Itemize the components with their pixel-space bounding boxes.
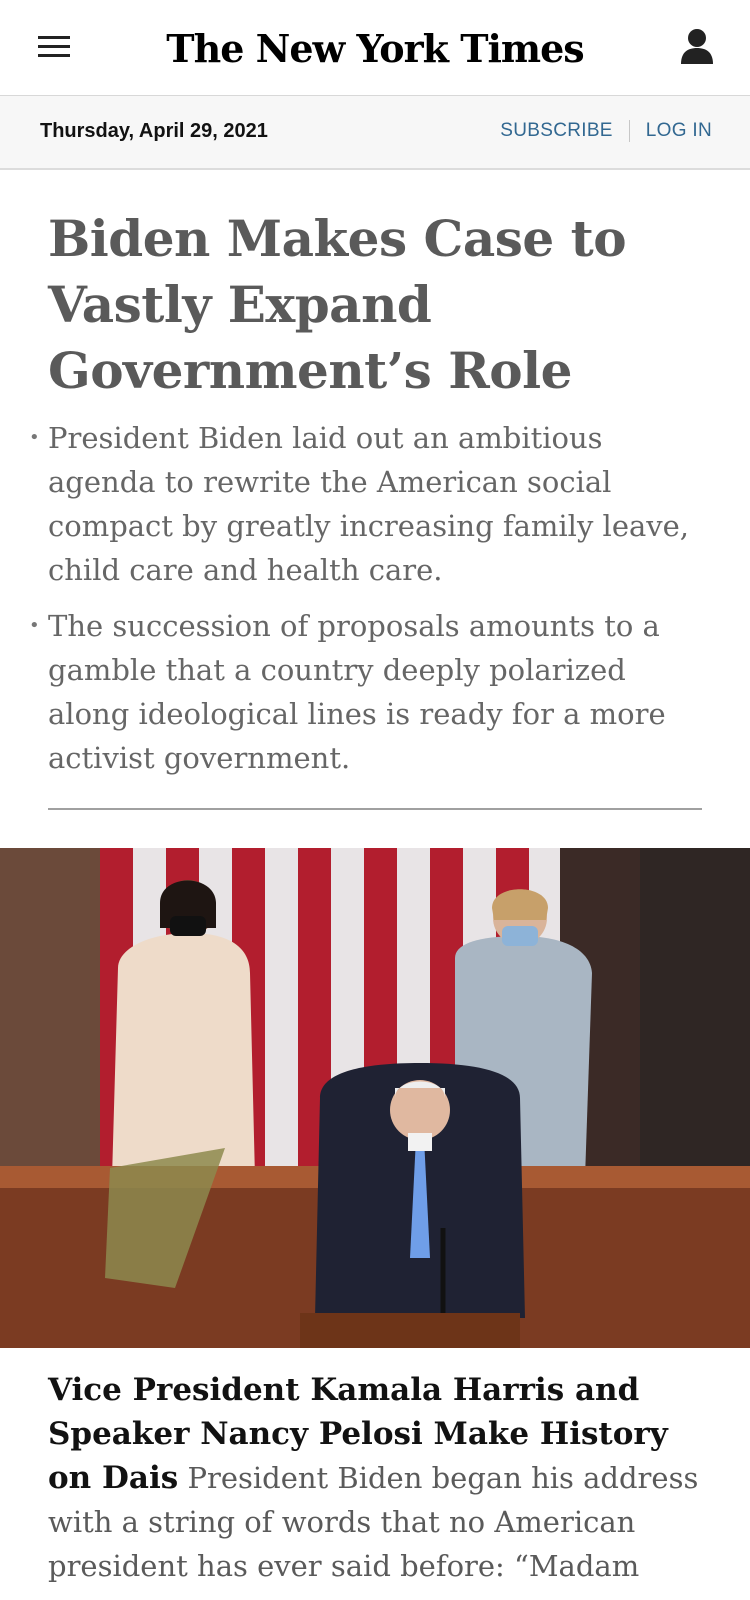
- second-story-text: Vice President Kamala Harris and Speaker…: [48, 1368, 702, 1588]
- section-divider: [48, 808, 702, 810]
- divider: [628, 120, 630, 142]
- auth-links: SUBSCRIBE LOG IN: [500, 120, 712, 142]
- summary-bullet[interactable]: President Biden laid out an ambitious ag…: [29, 416, 702, 592]
- login-link[interactable]: LOG IN: [646, 120, 712, 142]
- user-account-icon[interactable]: [680, 28, 714, 66]
- subscribe-link[interactable]: SUBSCRIBE: [500, 120, 613, 142]
- nyt-logo[interactable]: The New York Times: [0, 20, 750, 78]
- lead-summary-list: President Biden laid out an ambitious ag…: [29, 416, 702, 780]
- lead-photo[interactable]: [0, 848, 750, 1348]
- summary-bullet[interactable]: The succession of proposals amounts to a…: [29, 604, 702, 780]
- second-story[interactable]: Vice President Kamala Harris and Speaker…: [0, 1348, 750, 1588]
- current-date: Thursday, April 29, 2021: [40, 120, 268, 142]
- lead-story[interactable]: Biden Makes Case to Vastly Expand Govern…: [0, 170, 750, 780]
- date-bar: Thursday, April 29, 2021 SUBSCRIBE LOG I…: [0, 96, 750, 170]
- lead-headline[interactable]: Biden Makes Case to Vastly Expand Govern…: [48, 206, 702, 404]
- masthead: The New York Times: [0, 0, 750, 96]
